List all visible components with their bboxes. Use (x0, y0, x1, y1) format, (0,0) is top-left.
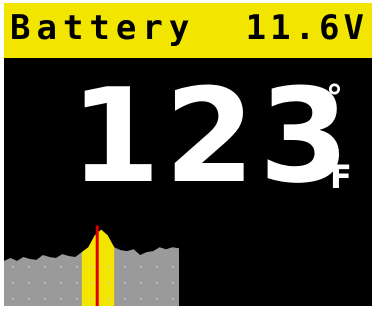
chart-grid-dot (44, 298, 46, 300)
chart-grid-dot (140, 298, 142, 300)
chart-grid-dot (108, 266, 110, 268)
chart-grid-dot (76, 282, 78, 284)
voltage-readout: 11.6V (245, 8, 368, 48)
chart-grid-dot (172, 282, 174, 284)
display-screen: Battery 11.6V 123 ° F (4, 3, 372, 306)
unit-label: F (330, 158, 352, 196)
chart-grid-dot (28, 266, 30, 268)
chart-grid-dot (60, 266, 62, 268)
chart-grid-dot (60, 298, 62, 300)
chart-grid-dot (124, 266, 126, 268)
chart-grid-dot (60, 282, 62, 284)
chart-grid-dot (76, 266, 78, 268)
chart-grid-dot (92, 266, 94, 268)
trend-chart (4, 225, 179, 306)
chart-grid-dot (12, 282, 14, 284)
chart-grid-dot (28, 282, 30, 284)
chart-grid-dot (92, 298, 94, 300)
chart-grid-dot (92, 282, 94, 284)
temperature-value: 123 (70, 60, 354, 212)
chart-grid-dot (12, 298, 14, 300)
chart-grid-dot (140, 266, 142, 268)
chart-grid-dot (28, 298, 30, 300)
chart-grid-dot (76, 298, 78, 300)
header-bar: Battery 11.6V (4, 3, 372, 58)
chart-grid-dot (140, 282, 142, 284)
gauge-device: Battery 11.6V 123 ° F (0, 0, 378, 309)
chart-grid-dot (172, 298, 174, 300)
chart-grid-dot (12, 266, 14, 268)
chart-grid-dot (124, 298, 126, 300)
header-title: Battery (10, 8, 196, 48)
chart-grid-dot (156, 266, 158, 268)
degree-icon: ° (326, 78, 343, 118)
chart-grid-dot (108, 298, 110, 300)
chart-grid-dot (124, 282, 126, 284)
chart-grid-dot (44, 282, 46, 284)
chart-grid-dot (156, 298, 158, 300)
chart-grid-dot (156, 282, 158, 284)
chart-grid-dot (172, 266, 174, 268)
chart-grid-dot (44, 266, 46, 268)
chart-grid-dot (108, 282, 110, 284)
